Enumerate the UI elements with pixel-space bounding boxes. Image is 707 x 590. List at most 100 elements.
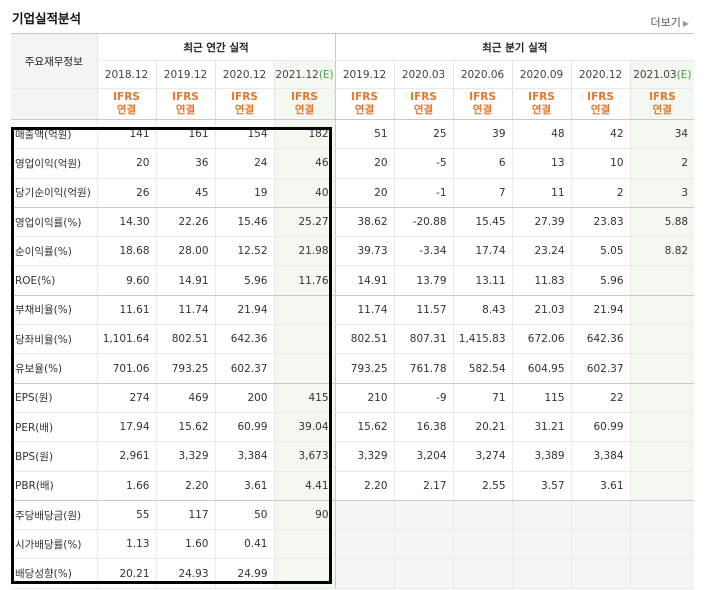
row-label: BPS(원) <box>11 441 97 472</box>
value-cell: 802.51 <box>155 324 215 355</box>
row-label: ROE(%) <box>11 265 97 296</box>
value-cell: 31.21 <box>511 412 572 443</box>
value-cell <box>273 324 336 355</box>
value-cell <box>334 558 395 589</box>
value-cell <box>629 529 695 560</box>
value-cell: 5.05 <box>570 236 631 267</box>
value-cell <box>629 265 695 296</box>
value-cell: 22.26 <box>155 207 215 238</box>
value-cell <box>273 558 336 589</box>
ifrs-basis: IFRS 연결 <box>452 88 513 120</box>
value-cell <box>452 500 513 531</box>
estimate-mark: (E) <box>318 68 334 81</box>
value-cell: 42 <box>570 119 631 150</box>
value-cell: 20 <box>334 178 395 208</box>
value-cell: -3.34 <box>393 236 454 267</box>
value-cell: 3.57 <box>511 471 572 501</box>
value-cell: -20.88 <box>393 207 454 238</box>
value-cell: 2 <box>570 178 631 208</box>
table-row: 시가배당률(%) 1.13 1.60 0.41 <box>11 529 695 560</box>
value-cell: 27.39 <box>511 207 572 238</box>
value-cell: 21.94 <box>214 295 274 326</box>
value-cell <box>511 529 572 560</box>
value-cell: 10 <box>570 148 631 179</box>
ifrs-basis: IFRS 연결 <box>334 88 395 120</box>
ifrs-basis: IFRS 연결 <box>511 88 572 120</box>
value-cell: 13.79 <box>393 265 454 296</box>
value-cell: 11.76 <box>273 265 336 296</box>
value-cell: 2.20 <box>155 471 215 501</box>
value-cell: 141 <box>96 119 156 150</box>
chevron-right-icon: ▶ <box>682 19 689 28</box>
value-cell: -9 <box>393 383 454 413</box>
value-cell: 802.51 <box>334 324 395 355</box>
row-label: 매출액(억원) <box>11 119 97 150</box>
value-cell: 2.17 <box>393 471 454 501</box>
row-label: 배당성향(%) <box>11 558 97 589</box>
value-cell: 20.21 <box>452 412 513 443</box>
ifrs-basis: IFRS 연결 <box>155 88 215 120</box>
value-cell: 39.04 <box>273 412 336 443</box>
value-cell: 22 <box>570 383 631 413</box>
value-cell: 51 <box>334 119 395 150</box>
value-cell <box>629 500 695 531</box>
value-cell <box>452 529 513 560</box>
value-cell: 24 <box>214 148 274 179</box>
row-label: 주당배당금(원) <box>11 500 97 531</box>
more-link[interactable]: 더보기 ▶ <box>650 14 689 30</box>
ifrs-basis: IFRS 연결 <box>96 88 156 120</box>
value-cell: 39 <box>452 119 513 150</box>
value-cell: 154 <box>214 119 274 150</box>
value-cell: 48 <box>511 119 572 150</box>
value-cell <box>393 529 454 560</box>
value-cell: 6 <box>452 148 513 179</box>
table-row: 주당배당금(원) 55 117 50 90 <box>11 500 695 531</box>
period-header: 2019.12 <box>334 60 395 89</box>
row-label: 영업이익(억원) <box>11 148 97 179</box>
value-cell: 3,384 <box>214 441 274 472</box>
value-cell: 182 <box>273 119 336 150</box>
value-cell: 3,389 <box>511 441 572 472</box>
value-cell: 274 <box>96 383 156 413</box>
table-row: ROE(%) 9.60 14.91 5.96 11.76 14.91 13.79 13.11 1… <box>11 265 695 296</box>
period-header: 2021.03(E) <box>629 60 695 89</box>
value-cell: 3.61 <box>214 471 274 501</box>
row-label: PBR(배) <box>11 471 97 501</box>
table-row: 당기순이익(억원) 26 45 19 40 20 -1 7 11 2 3 <box>11 178 695 208</box>
value-cell <box>570 558 631 589</box>
ifrs-basis: IFRS 연결 <box>273 88 336 120</box>
value-cell: 1,415.83 <box>452 324 513 355</box>
value-cell <box>273 295 336 326</box>
value-cell: 210 <box>334 383 395 413</box>
value-cell <box>393 558 454 589</box>
value-cell: 21.98 <box>273 236 336 267</box>
value-cell: 15.45 <box>452 207 513 238</box>
value-cell <box>629 558 695 589</box>
value-cell: 46 <box>273 148 336 179</box>
period-header: 2019.12 <box>155 60 215 89</box>
value-cell: 0.41 <box>214 529 274 560</box>
table-row: BPS(원) 2,961 3,329 3,384 3,673 3,329 3,204 3,27… <box>11 441 695 472</box>
table-row: 부채비율(%) 11.61 11.74 21.94 11.74 11.57 8.43 21.0… <box>11 295 695 326</box>
value-cell: 11.57 <box>393 295 454 326</box>
value-cell: 3.61 <box>570 471 631 501</box>
period-header: 2020.09 <box>511 60 572 89</box>
value-cell <box>273 353 336 384</box>
value-cell: 793.25 <box>155 353 215 384</box>
period-header: 2018.12 <box>96 60 156 89</box>
table-row: 영업이익(억원) 20 36 24 46 20 -5 6 13 10 2 <box>11 148 695 179</box>
value-cell: 18.68 <box>96 236 156 267</box>
value-cell: 15.46 <box>214 207 274 238</box>
value-cell: 3,274 <box>452 441 513 472</box>
value-cell <box>570 500 631 531</box>
value-cell: 602.37 <box>570 353 631 384</box>
value-cell: 604.95 <box>511 353 572 384</box>
ifrs-basis: IFRS 연결 <box>629 88 695 120</box>
value-cell: 11.83 <box>511 265 572 296</box>
value-cell <box>629 383 695 413</box>
value-cell: 71 <box>452 383 513 413</box>
value-cell: 8.43 <box>452 295 513 326</box>
value-cell <box>629 324 695 355</box>
table-row: 당좌비율(%) 1,101.64 802.51 642.36 802.51 807.31 1… <box>11 324 695 355</box>
value-cell: 25.27 <box>273 207 336 238</box>
